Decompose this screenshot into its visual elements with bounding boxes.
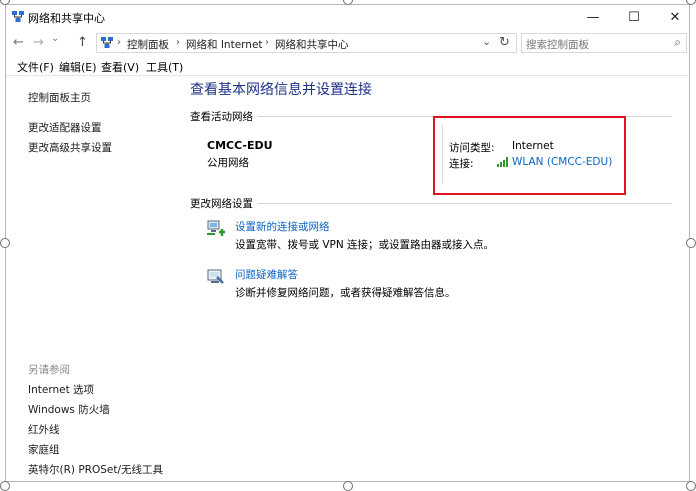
minimize-icon: —: [586, 9, 600, 25]
forward-arrow-icon[interactable]: →: [33, 35, 44, 50]
breadcrumb-separator: ›: [176, 37, 180, 48]
setup-new-connection-link[interactable]: 设置新的连接或网络: [235, 219, 330, 234]
troubleshoot-icon: [207, 269, 224, 284]
sidebar-control-panel-home[interactable]: 控制面板主页: [28, 90, 91, 105]
network-setup-icon: [207, 220, 225, 236]
active-networks-label: 查看活动网络: [190, 111, 253, 123]
search-icon[interactable]: ⌕: [674, 35, 681, 50]
change-settings-label: 更改网络设置: [190, 198, 253, 210]
resize-handle-middle-left[interactable]: [0, 238, 10, 248]
control-panel-icon: [101, 37, 113, 48]
maximize-icon: ☐: [628, 9, 640, 25]
troubleshoot-desc: 诊断并修复网络问题，或者获得疑难解答信息。: [235, 287, 456, 299]
setup-new-connection-desc: 设置宽带、拨号或 VPN 连接；或设置路由器或接入点。: [235, 239, 495, 251]
refresh-icon[interactable]: ↻: [499, 35, 510, 50]
menu-file[interactable]: 文件(F): [17, 59, 54, 75]
search-box[interactable]: 搜索控制面板 ⌕: [521, 33, 687, 53]
breadcrumb-network-internet[interactable]: 网络和 Internet: [186, 37, 263, 52]
address-bar[interactable]: › 控制面板 › 网络和 Internet › 网络和共享中心 ⌄ ↻: [96, 33, 517, 53]
close-icon: ✕: [669, 9, 681, 25]
resize-handle-bottom-right[interactable]: [686, 481, 696, 491]
window: 网络和共享中心 — ☐ ✕ ← → ⌄ ↑ › 控制面板 › 网络和 Inter…: [5, 4, 690, 482]
see-also-internet-options[interactable]: Internet 选项: [28, 382, 94, 397]
maximize-button[interactable]: ☐: [613, 5, 655, 29]
recent-locations-icon[interactable]: ⌄: [51, 33, 59, 44]
address-dropdown-icon[interactable]: ⌄: [482, 35, 491, 48]
title-bar[interactable]: 网络和共享中心 — ☐ ✕: [6, 5, 689, 29]
resize-handle-middle-right[interactable]: [686, 238, 696, 248]
minimize-button[interactable]: —: [572, 5, 614, 29]
see-also-homegroup[interactable]: 家庭组: [28, 442, 60, 457]
resize-handle-bottom-left[interactable]: [0, 481, 10, 491]
see-also-intel-proset[interactable]: 英特尔(R) PROSet/无线工具: [28, 462, 163, 477]
network-type: 公用网络: [207, 157, 249, 169]
close-button[interactable]: ✕: [654, 5, 696, 29]
breadcrumb-control-panel[interactable]: 控制面板: [127, 37, 169, 52]
breadcrumb-separator: ›: [265, 37, 269, 48]
troubleshoot-link[interactable]: 问题疑难解答: [235, 267, 298, 282]
see-also-infrared[interactable]: 红外线: [28, 422, 60, 437]
back-arrow-icon[interactable]: ←: [13, 35, 24, 50]
menu-view[interactable]: 查看(V): [101, 59, 139, 75]
network-name: CMCC-EDU: [207, 139, 273, 152]
highlight-box: [433, 116, 626, 195]
page-title: 查看基本网络信息并设置连接: [190, 82, 372, 98]
sidebar-change-advanced-sharing[interactable]: 更改高级共享设置: [28, 140, 112, 155]
breadcrumb-network-sharing-center[interactable]: 网络和共享中心: [275, 37, 349, 52]
see-also-windows-firewall[interactable]: Windows 防火墙: [28, 402, 110, 417]
menu-edit[interactable]: 编辑(E): [59, 59, 97, 75]
resize-handle-bottom-center[interactable]: [343, 481, 353, 491]
see-also-heading: 另请参阅: [28, 364, 70, 376]
menu-bar: 文件(F) 编辑(E) 查看(V) 工具(T): [6, 57, 689, 76]
network-app-icon: [12, 11, 24, 22]
window-title: 网络和共享中心: [28, 12, 105, 25]
menu-tools[interactable]: 工具(T): [146, 59, 183, 75]
sidebar-change-adapter-settings[interactable]: 更改适配器设置: [28, 120, 102, 135]
up-arrow-icon[interactable]: ↑: [77, 35, 88, 50]
section-divider: [258, 203, 672, 204]
breadcrumb-separator: ›: [117, 37, 121, 48]
search-placeholder: 搜索控制面板: [526, 39, 589, 51]
